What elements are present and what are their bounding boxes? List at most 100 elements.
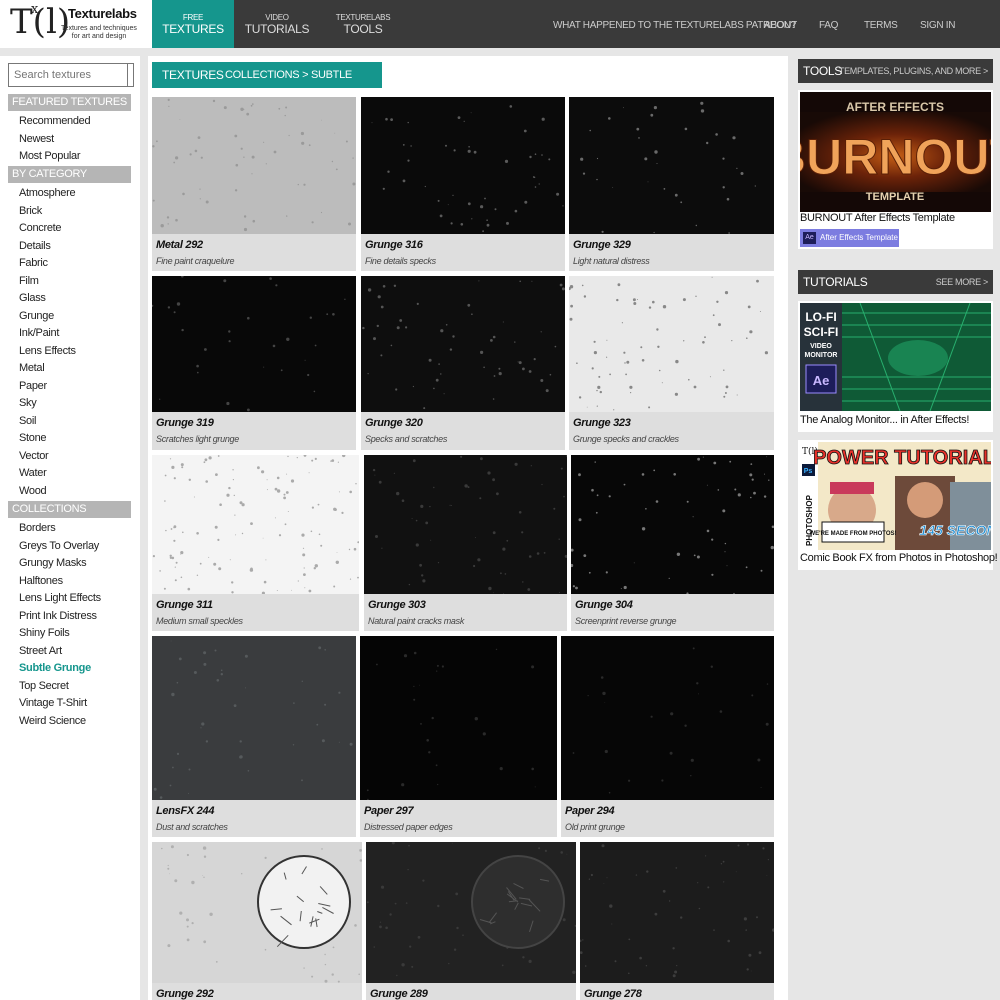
sidebar-item-ink-paint[interactable]: Ink/Paint [19,325,59,341]
comic-book-image[interactable]: Ps PHOTOSHOP T(l) POWER TUTORIAL WE'RE M… [800,442,991,550]
analog-monitor-caption[interactable]: The Analog Monitor... in After Effects! [800,414,969,426]
sidebar-item-borders[interactable]: Borders [19,520,56,536]
sidebar-item-sky[interactable]: Sky [19,395,37,411]
sidebar-item-top-secret[interactable]: Top Secret [19,678,69,694]
sidebar-item-concrete[interactable]: Concrete [19,220,62,236]
texture-thumbnail[interactable] [361,276,565,412]
tutorial-card-analog-monitor[interactable]: LO-FI SCI-FI VIDEO MONITOR Ae The Analog… [798,301,993,432]
texture-thumbnail[interactable] [571,455,774,594]
sidebar-item-newest[interactable]: Newest [19,131,54,147]
comic-book-caption[interactable]: Comic Book FX from Photos in Photoshop! [800,552,998,564]
tab-texturelabs-tools[interactable]: TEXTURELABS TOOLS [322,0,404,48]
search-box[interactable] [8,63,134,87]
texture-card[interactable]: Grunge 304 Screenprint reverse grunge [571,455,774,631]
texture-title[interactable]: Paper 294 [565,805,615,817]
texture-title[interactable]: Grunge 320 [365,417,423,429]
sidebar-item-print-ink-distress[interactable]: Print Ink Distress [19,608,97,624]
texture-title[interactable]: Grunge 304 [575,599,633,611]
sidebar-item-most-popular[interactable]: Most Popular [19,148,81,164]
sidebar-item-greys-to-overlay[interactable]: Greys To Overlay [19,538,99,554]
sidebar-item-lens-effects[interactable]: Lens Effects [19,343,76,359]
texture-thumbnail[interactable] [152,276,356,412]
texture-thumbnail[interactable] [569,276,774,412]
sidebar-item-soil[interactable]: Soil [19,413,36,429]
sidebar-item-vector[interactable]: Vector [19,448,49,464]
texture-title[interactable]: Metal 292 [156,239,203,251]
tools-more-link[interactable]: TEMPLATES, PLUGINS, AND MORE > [839,66,988,76]
tab-free-textures[interactable]: FREE TEXTURES [152,0,234,48]
texture-thumbnail[interactable] [569,97,774,234]
sidebar-item-weird-science[interactable]: Weird Science [19,713,86,729]
texture-thumbnail[interactable] [360,636,557,800]
texture-title[interactable]: Grunge 316 [365,239,423,251]
texture-card[interactable]: Grunge 278 [580,842,774,1000]
texture-title[interactable]: Grunge 278 [584,988,642,1000]
sidebar-item-glass[interactable]: Glass [19,290,46,306]
sidebar-item-shiny-foils[interactable]: Shiny Foils [19,625,70,641]
sidebar-item-halftones[interactable]: Halftones [19,573,63,589]
sidebar-item-recommended[interactable]: Recommended [19,113,91,129]
texture-thumbnail[interactable] [364,455,567,594]
sidebar-item-fabric[interactable]: Fabric [19,255,48,271]
texture-card[interactable]: Grunge 303 Natural paint cracks mask [364,455,567,631]
nav-link-patreon[interactable]: WHAT HAPPENED TO THE TEXTURELABS PATREON… [553,20,796,31]
texture-card[interactable]: Paper 297 Distressed paper edges [360,636,557,837]
burnout-caption[interactable]: BURNOUT After Effects Template [800,212,955,224]
nav-link-terms[interactable]: TERMS [864,20,898,31]
sidebar-item-film[interactable]: Film [19,273,39,289]
sidebar-item-vintage-t-shirt[interactable]: Vintage T-Shirt [19,695,87,711]
texture-title[interactable]: Grunge 292 [156,988,214,1000]
search-input[interactable] [9,64,129,86]
texture-title[interactable]: Grunge 311 [156,599,213,611]
sidebar-item-brick[interactable]: Brick [19,203,42,219]
texture-card[interactable]: Grunge 320 Specks and scratches [361,276,565,450]
tutorial-card-comic-book-fx[interactable]: Ps PHOTOSHOP T(l) POWER TUTORIAL WE'RE M… [798,440,998,570]
nav-link-faq[interactable]: FAQ [819,20,838,31]
texture-card[interactable]: Grunge 292 [152,842,362,1000]
texture-card[interactable]: Grunge 316 Fine details specks [361,97,565,271]
texture-thumbnail[interactable] [152,636,356,800]
texture-title[interactable]: LensFX 244 [156,805,214,817]
texture-card[interactable]: Grunge 289 [366,842,576,1000]
analog-monitor-image[interactable]: LO-FI SCI-FI VIDEO MONITOR Ae [800,303,991,411]
texture-thumbnail[interactable] [580,842,774,983]
texture-title[interactable]: Paper 297 [364,805,414,817]
tool-card-burnout[interactable]: AFTER EFFECTS BURNOUT TEMPLATE BURNOUT A… [798,90,993,249]
texture-card[interactable]: LensFX 244 Dust and scratches [152,636,356,837]
burnout-image[interactable]: AFTER EFFECTS BURNOUT TEMPLATE [800,92,991,212]
texture-title[interactable]: Grunge 303 [368,599,426,611]
nav-link-sign-in[interactable]: SIGN IN [920,20,955,31]
texture-title[interactable]: Grunge 329 [573,239,631,251]
sidebar-item-paper[interactable]: Paper [19,378,47,394]
texture-card[interactable]: Grunge 323 Grunge specks and crackles [569,276,774,450]
sidebar-item-stone[interactable]: Stone [19,430,47,446]
sidebar-item-grunge[interactable]: Grunge [19,308,54,324]
texture-card[interactable]: Paper 294 Old print grunge [561,636,774,837]
sidebar-item-details[interactable]: Details [19,238,51,254]
texture-card[interactable]: Grunge 311 Medium small speckles [152,455,359,631]
texture-thumbnail[interactable] [361,97,565,234]
sidebar-item-street-art[interactable]: Street Art [19,643,62,659]
tab-video-tutorials[interactable]: VIDEO TUTORIALS [236,0,318,48]
nav-link-about[interactable]: ABOUT [764,20,797,31]
texture-card[interactable]: Grunge 319 Scratches light grunge [152,276,356,450]
texture-thumbnail[interactable] [366,842,576,983]
texture-title[interactable]: Grunge 289 [370,988,428,1000]
texture-thumbnail[interactable] [152,842,362,983]
texture-thumbnail[interactable] [152,455,359,594]
tutorials-see-more-link[interactable]: SEE MORE > [936,277,989,287]
texture-card[interactable]: Metal 292 Fine paint craquelure [152,97,356,271]
sidebar-item-wood[interactable]: Wood [19,483,47,499]
texture-thumbnail[interactable] [561,636,774,800]
texture-card[interactable]: Grunge 329 Light natural distress [569,97,774,271]
texture-thumbnail[interactable] [152,97,356,234]
site-logo[interactable]: T(l) x Texturelabs Textures and technique… [0,0,152,48]
ae-template-badge[interactable]: Ae After Effects Template [800,229,899,247]
sidebar-item-subtle-grunge[interactable]: Subtle Grunge [19,660,91,676]
sidebar-item-grungy-masks[interactable]: Grungy Masks [19,555,87,571]
texture-title[interactable]: Grunge 323 [573,417,631,429]
sidebar-item-lens-light-effects[interactable]: Lens Light Effects [19,590,101,606]
texture-title[interactable]: Grunge 319 [156,417,214,429]
sidebar-item-metal[interactable]: Metal [19,360,45,376]
sidebar-item-atmosphere[interactable]: Atmosphere [19,185,76,201]
